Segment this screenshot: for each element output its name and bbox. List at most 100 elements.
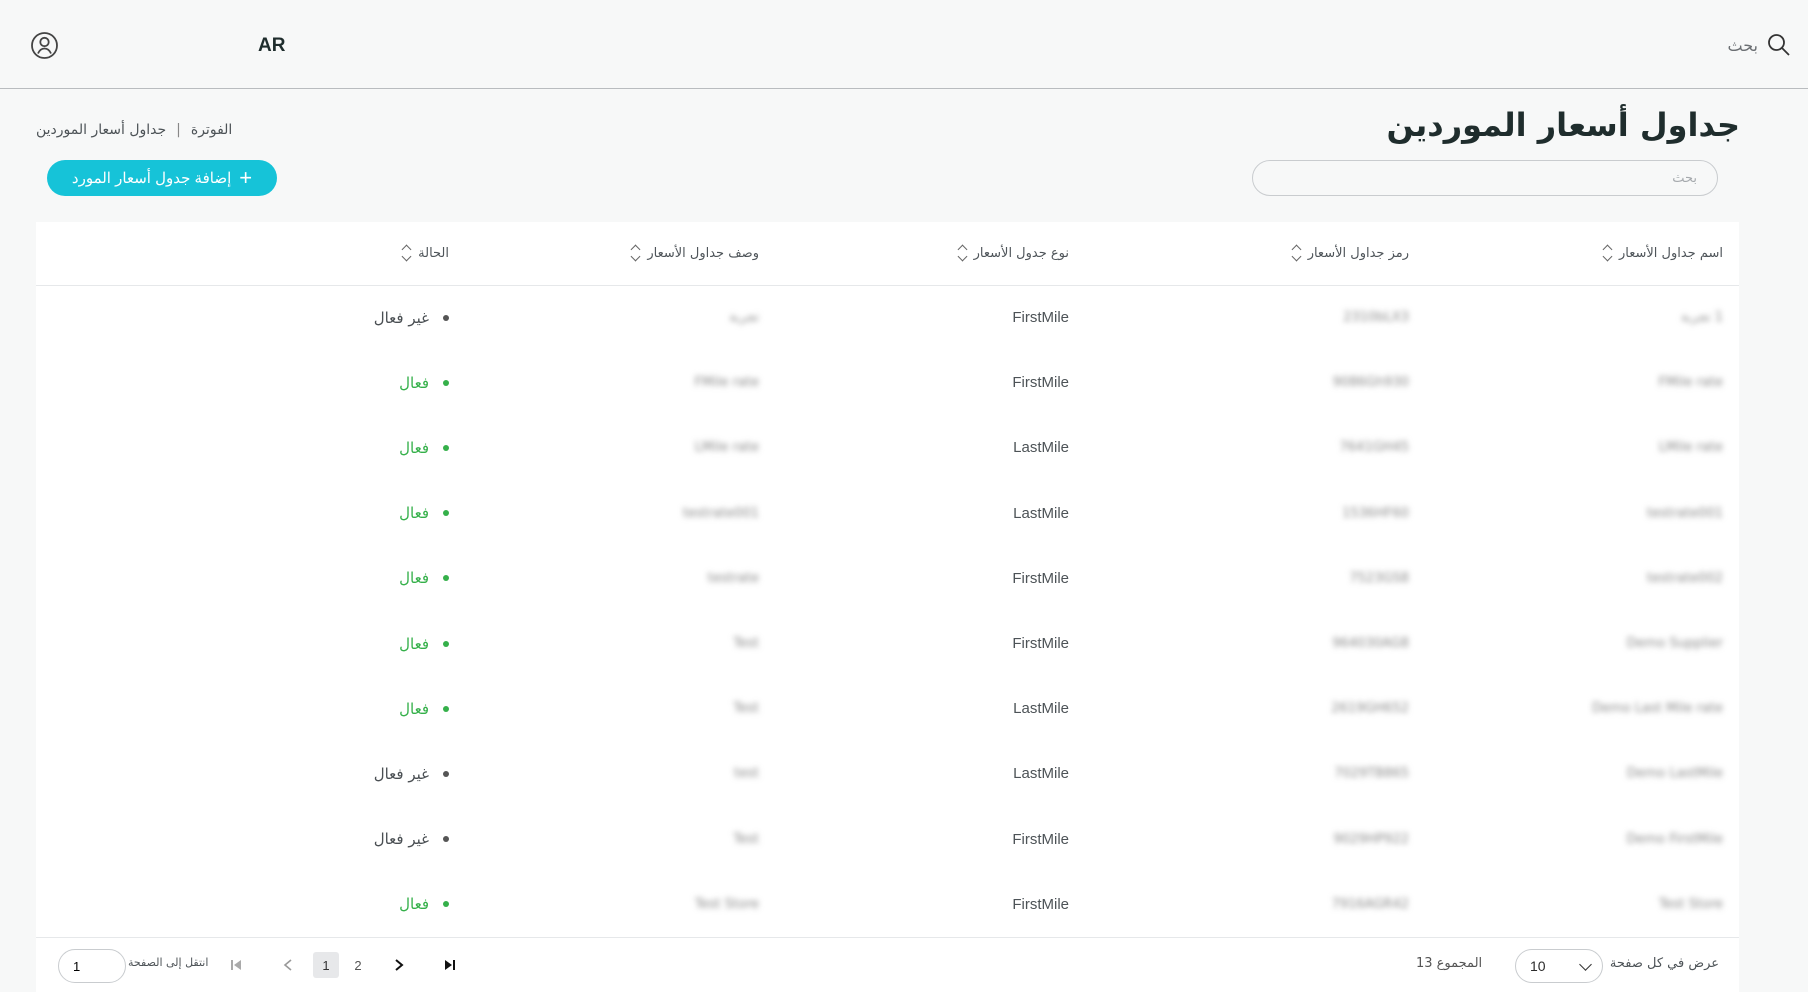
top-bar: AR بحث	[0, 0, 1808, 89]
sort-icon[interactable]	[1603, 244, 1613, 262]
cell-code: 2310bLX3	[1343, 310, 1409, 326]
breadcrumb-current: جداول أسعار الموردين	[36, 122, 167, 138]
cell-code: 9029HP922	[1333, 831, 1409, 847]
goto-page-label: انتقل إلى الصفحة	[128, 956, 209, 969]
table-row[interactable]: testrate001 1536HF60 LastMile testrate001 فع…	[36, 481, 1739, 546]
search-icon[interactable]	[1766, 32, 1792, 58]
cell-type: LastMile	[1013, 504, 1069, 522]
chevron-down-icon	[1579, 957, 1592, 971]
cell-code: 1536HF60	[1342, 505, 1409, 521]
column-header-status[interactable]: الحالة	[36, 222, 449, 286]
breadcrumb-billing[interactable]: الفوترة	[191, 122, 232, 138]
table-row[interactable]: Demo Last Mile rate 2619GH652 LastMile Test…	[36, 676, 1739, 741]
add-button-label: إضافة جدول أسعار المورد	[71, 170, 232, 187]
status-label: فعال	[399, 634, 429, 653]
table-row[interactable]: Demo LastMile 7029TB865 LastMile test غير فع…	[36, 741, 1739, 806]
cell-status: غير فعال	[36, 741, 449, 806]
status-badge: فعال	[399, 504, 449, 522]
cell-type: FirstMile	[1012, 374, 1069, 392]
sort-icon[interactable]	[958, 244, 968, 262]
column-header-label: رمز جداول الأسعار	[1307, 245, 1409, 261]
top-search[interactable]: بحث	[1728, 31, 1793, 59]
sort-icon[interactable]	[631, 244, 641, 262]
page-1-button[interactable]: 1	[313, 952, 339, 978]
cell-name: Test Store	[1658, 896, 1723, 912]
status-badge: فعال	[399, 439, 449, 457]
cell-status: فعال	[36, 611, 449, 676]
column-header-code[interactable]: رمز جداول الأسعار	[1069, 222, 1409, 286]
cell-description: test	[734, 766, 759, 782]
page-2-button[interactable]: 2	[348, 952, 368, 978]
search-input[interactable]	[1252, 160, 1718, 196]
per-page-value: 10	[1530, 958, 1546, 974]
cell-description: testrate001	[682, 505, 759, 521]
per-page-select[interactable]: 10	[1515, 949, 1603, 983]
cell-type: LastMile	[1013, 439, 1069, 457]
user-avatar-icon[interactable]	[30, 31, 59, 60]
cell-status: فعال	[36, 350, 449, 415]
status-label: فعال	[399, 504, 429, 523]
prev-page-button[interactable]	[278, 952, 298, 978]
cell-type: FirstMile	[1012, 830, 1069, 848]
cell-type: FirstMile	[1012, 895, 1069, 913]
status-badge: فعال	[399, 635, 449, 653]
table-row[interactable]: LMile rate 7641GH45 LastMile LMile rate فعال	[36, 415, 1739, 480]
cell-code: 9086Gh930	[1332, 375, 1409, 391]
status-badge: فعال	[399, 569, 449, 587]
cell-status: غير فعال	[36, 807, 449, 872]
cell-name: FMile rate	[1658, 375, 1723, 391]
plus-icon: +	[239, 165, 253, 190]
cell-description: Test Store	[694, 896, 759, 912]
cell-status: فعال	[36, 481, 449, 546]
table-header-row: اسم جداول الأسعار رمز جداول الأسعار نوع …	[36, 222, 1739, 286]
column-header-label: وصف جداول الأسعار	[647, 245, 759, 261]
status-label: فعال	[399, 569, 429, 588]
table-row[interactable]: Demo FirstMile 9029HP922 FirstMile Test غير …	[36, 807, 1739, 872]
column-header-type[interactable]: نوع جدول الأسعار	[759, 222, 1069, 286]
status-label: غير فعال	[373, 830, 429, 849]
status-badge: غير فعال	[374, 309, 449, 327]
cell-status: غير فعال	[36, 285, 449, 350]
cell-type: FirstMile	[1012, 569, 1069, 587]
goto-page-input[interactable]	[58, 949, 126, 983]
table-row[interactable]: FMile rate 9086Gh930 FirstMile FMile rate فع…	[36, 350, 1739, 415]
cell-name: testrate002	[1646, 570, 1723, 586]
cell-name: Demo LastMile	[1626, 766, 1723, 782]
table-row[interactable]: Demo Supplier 964030AG8 FirstMile Test فعال	[36, 611, 1739, 676]
language-switch[interactable]: AR	[258, 35, 285, 57]
column-header-label: الحالة	[418, 245, 449, 261]
cell-code: 7523GS8	[1349, 570, 1409, 586]
status-label: فعال	[399, 699, 429, 718]
table-row[interactable]: Test Store 7916AGR42 FirstMile Test Store فع…	[36, 872, 1739, 937]
cell-code: 964030AG8	[1332, 636, 1409, 652]
add-supplier-rate-table-button[interactable]: + إضافة جدول أسعار المورد	[47, 160, 277, 196]
column-header-name[interactable]: اسم جداول الأسعار	[1409, 222, 1739, 286]
cell-code: 7029TB865	[1334, 766, 1409, 782]
cell-status: فعال	[36, 676, 449, 741]
table-row[interactable]: 1 تجربة 2310bLX3 FirstMile تجربة غير فعال	[36, 285, 1739, 350]
cell-name: testrate001	[1646, 505, 1723, 521]
status-label: فعال	[399, 895, 429, 914]
cell-status: فعال	[36, 546, 449, 611]
cell-status: فعال	[36, 872, 449, 937]
cell-description: LMile rate	[694, 440, 759, 456]
status-badge: غير فعال	[374, 830, 449, 848]
status-label: فعال	[399, 438, 429, 457]
next-page-button[interactable]	[389, 952, 409, 978]
column-header-description[interactable]: وصف جداول الأسعار	[449, 222, 759, 286]
sort-icon[interactable]	[402, 244, 412, 262]
status-label: غير فعال	[373, 308, 429, 327]
top-search-label: بحث	[1727, 35, 1759, 55]
status-badge: فعال	[399, 895, 449, 913]
cell-code: 2619GH652	[1331, 701, 1409, 717]
cell-name: Demo FirstMile	[1626, 831, 1723, 847]
cell-description: testrate	[707, 570, 759, 586]
first-page-button[interactable]	[226, 952, 246, 978]
sort-icon[interactable]	[1292, 244, 1302, 262]
cell-description: Test	[733, 831, 759, 847]
table-row[interactable]: testrate002 7523GS8 FirstMile testrate فعال	[36, 546, 1739, 611]
breadcrumb-separator: |	[176, 122, 181, 138]
cell-description: FMile rate	[694, 375, 759, 391]
per-page-label: عرض في كل صفحة	[1609, 956, 1719, 971]
last-page-button[interactable]	[440, 952, 460, 978]
